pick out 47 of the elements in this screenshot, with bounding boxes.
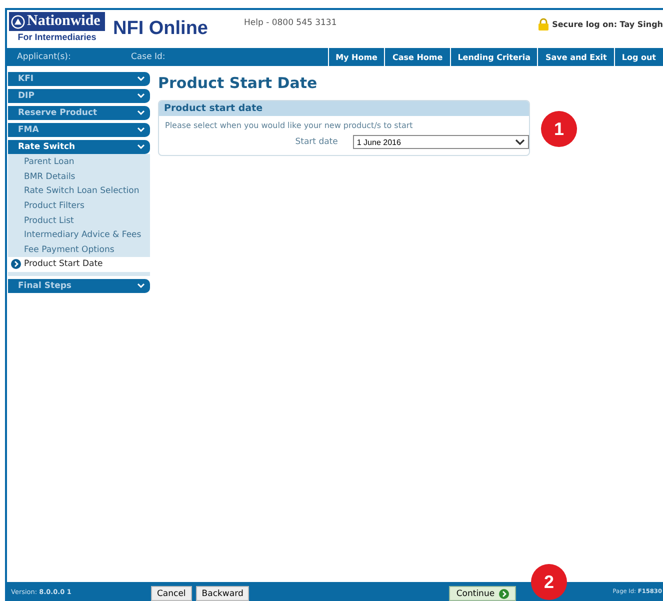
chevron-icon [137,282,145,289]
sidebar-section-header[interactable]: Final Steps [8,278,150,293]
padlock-icon [538,18,550,31]
app-title: NFI Online [113,18,208,40]
sidebar-section-header[interactable]: Rate Switch [8,140,150,154]
sidebar-item[interactable]: Product Filters [8,198,150,214]
sidebar-section-header[interactable]: Reserve Product [8,106,150,120]
sidebar-item[interactable]: Parent Loan [8,155,150,170]
page-title: Product Start Date [158,74,318,92]
chevron-icon [137,110,145,116]
footer-button[interactable]: Backward [196,586,250,601]
sidebar-section-header[interactable]: DIP [8,89,150,103]
arrow-bullet-icon [11,259,21,270]
start-date-dropdown[interactable]: 1 June 2016 [352,135,529,149]
sidebar-item[interactable]: Rate Switch Loan Selection [8,184,150,199]
brand-subtitle: For Intermediaries [16,31,98,43]
brand-name: Nationwide [27,13,100,30]
chevron-icon [137,76,145,82]
sidebar-item[interactable]: Product List [8,213,150,228]
nav-link[interactable]: My Home [328,48,384,66]
sidebar-item[interactable]: Product Start Date [8,257,150,272]
callout-badge: 2 [531,564,567,600]
panel-title: Product start date [159,101,529,116]
sidebar-section-header[interactable]: FMA [8,123,150,137]
callout-badge: 1 [541,111,577,147]
chevron-icon [137,127,145,133]
chevron-icon [137,144,145,150]
help-line: Help - 0800 545 3131 [244,18,337,28]
instruction-text: Please select when you would like your new product/s to start [164,120,414,132]
field-label: Start date [294,137,338,147]
continue-button[interactable]: Continue [449,586,516,601]
sidebar-item[interactable]: Fee Payment Options [8,242,150,258]
sidebar-item[interactable]: Intermediary Advice & Fees [8,228,150,243]
case-id-label: Case Id: [131,52,166,62]
footer-button[interactable]: Cancel [151,586,192,601]
chevron-icon [137,93,145,99]
nav-link[interactable]: Lending Criteria [450,48,538,66]
nav-link[interactable]: Save and Exit [537,48,614,66]
applicant-label: Applicant(s): [17,52,72,62]
secure-logon-text: Secure log on: Tay Singh [552,20,663,29]
logo-emblem-icon [11,14,25,28]
dropdown-caret-icon [515,138,525,146]
sidebar-section-header[interactable]: KFI [8,72,150,86]
nav-link[interactable]: Log out [614,48,663,66]
sidebar-item[interactable]: BMR Details [8,170,150,184]
nav-link[interactable]: Case Home [384,48,450,66]
arrow-bullet-icon [498,588,509,598]
